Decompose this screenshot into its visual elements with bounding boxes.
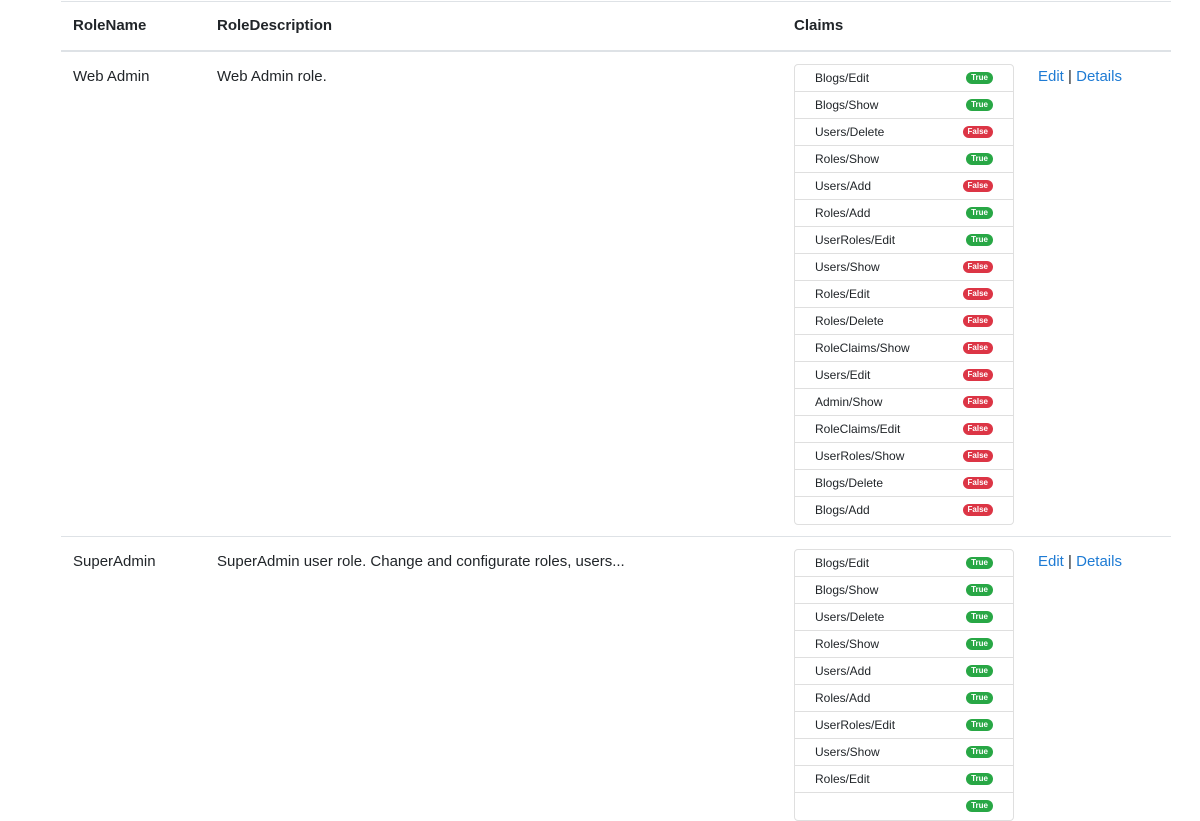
claim-item: Roles/Delete False bbox=[795, 308, 1013, 335]
claim-status-badge: False bbox=[962, 477, 993, 489]
claim-name: RoleClaims/Show bbox=[815, 341, 910, 355]
claim-item: Users/Delete False bbox=[795, 119, 1013, 146]
claim-item: Roles/Show True bbox=[795, 146, 1013, 173]
claim-item: RoleClaims/Edit False bbox=[795, 416, 1013, 443]
claim-item: UserRoles/Show False bbox=[795, 443, 1013, 470]
claims-list: Blogs/Edit True Blogs/Show True Users/Delete… bbox=[794, 64, 1014, 525]
claim-status-badge: True bbox=[966, 800, 993, 812]
claim-name: Roles/Show bbox=[815, 637, 880, 651]
claim-status-badge: True bbox=[966, 207, 993, 219]
header-role-name: RoleName bbox=[73, 17, 147, 34]
claim-item: Blogs/Edit True bbox=[795, 550, 1013, 577]
claim-status-badge: False bbox=[962, 423, 993, 435]
role-name: SuperAdmin bbox=[73, 553, 156, 570]
claim-status-badge: False bbox=[962, 180, 993, 192]
claim-item: Users/Add False bbox=[795, 173, 1013, 200]
claim-item: Blogs/Edit True bbox=[795, 65, 1013, 92]
claim-name: Admin/Show bbox=[815, 395, 883, 409]
claim-name: Blogs/Delete bbox=[815, 476, 884, 490]
header-claims: Claims bbox=[794, 17, 844, 34]
claim-item: Roles/Edit True bbox=[795, 766, 1013, 793]
claim-item: Roles/Edit False bbox=[795, 281, 1013, 308]
claim-status-badge: False bbox=[962, 450, 993, 462]
claim-item: Roles/Show True bbox=[795, 631, 1013, 658]
claim-item: Roles/Add True bbox=[795, 685, 1013, 712]
row-actions: Edit | Details bbox=[1038, 68, 1122, 85]
claim-item: UserRoles/Edit True bbox=[795, 712, 1013, 739]
claim-name: Roles/Edit bbox=[815, 287, 870, 301]
claim-name: Roles/Edit bbox=[815, 772, 870, 786]
claim-status-badge: False bbox=[962, 342, 993, 354]
claim-item: Users/Show False bbox=[795, 254, 1013, 281]
claim-name: Blogs/Edit bbox=[815, 556, 870, 570]
claim-status-badge: False bbox=[962, 126, 993, 138]
details-link[interactable]: Details bbox=[1076, 68, 1122, 85]
claim-name: Roles/Show bbox=[815, 152, 880, 166]
claim-name: Blogs/Show bbox=[815, 583, 879, 597]
claim-item: Admin/Show False bbox=[795, 389, 1013, 416]
claim-name: Roles/Delete bbox=[815, 314, 884, 328]
row-actions: Edit | Details bbox=[1038, 553, 1122, 570]
claim-status-badge: True bbox=[966, 557, 993, 569]
claim-name: Blogs/Edit bbox=[815, 71, 870, 85]
claim-status-badge: True bbox=[966, 719, 993, 731]
claim-status-badge: True bbox=[966, 99, 993, 111]
claim-status-badge: True bbox=[966, 665, 993, 677]
claim-status-badge: False bbox=[962, 396, 993, 408]
claims-list: Blogs/Edit True Blogs/Show True Users/Delete… bbox=[794, 549, 1014, 821]
claim-item: RoleClaims/Show False bbox=[795, 335, 1013, 362]
claim-item: Roles/Add True bbox=[795, 200, 1013, 227]
claim-status-badge: False bbox=[962, 315, 993, 327]
claim-status-badge: False bbox=[962, 288, 993, 300]
claim-name: Users/Show bbox=[815, 745, 880, 759]
edit-link[interactable]: Edit bbox=[1038, 68, 1064, 85]
claim-status-badge: True bbox=[966, 72, 993, 84]
claim-status-badge: False bbox=[962, 369, 993, 381]
claim-status-badge: True bbox=[966, 153, 993, 165]
claim-name: Users/Edit bbox=[815, 368, 871, 382]
claim-item: Blogs/Delete False bbox=[795, 470, 1013, 497]
claim-name: UserRoles/Edit bbox=[815, 233, 896, 247]
claim-item: Users/Edit False bbox=[795, 362, 1013, 389]
claim-name: Users/Add bbox=[815, 664, 872, 678]
claim-name: Users/Show bbox=[815, 260, 880, 274]
actions-separator: | bbox=[1068, 553, 1072, 570]
role-name: Web Admin bbox=[73, 68, 150, 85]
claim-name: RoleClaims/Edit bbox=[815, 422, 901, 436]
role-description: Web Admin role. bbox=[217, 68, 327, 85]
claim-item: Blogs/Add False bbox=[795, 497, 1013, 524]
actions-separator: | bbox=[1068, 68, 1072, 85]
claim-status-badge: True bbox=[966, 584, 993, 596]
claim-status-badge: True bbox=[966, 746, 993, 758]
claim-item: UserRoles/Edit True bbox=[795, 227, 1013, 254]
claim-item: Users/Add True bbox=[795, 658, 1013, 685]
claim-item: True bbox=[795, 793, 1013, 820]
claim-name: Roles/Add bbox=[815, 691, 871, 705]
claim-status-badge: False bbox=[962, 261, 993, 273]
claim-name: Roles/Add bbox=[815, 206, 871, 220]
claim-item: Blogs/Show True bbox=[795, 577, 1013, 604]
claim-status-badge: True bbox=[966, 611, 993, 623]
claim-name: Users/Delete bbox=[815, 125, 885, 139]
claim-status-badge: True bbox=[966, 638, 993, 650]
claim-status-badge: True bbox=[966, 234, 993, 246]
table-header-row: RoleName RoleDescription Claims bbox=[61, 2, 1171, 52]
claim-name: Blogs/Add bbox=[815, 503, 870, 517]
claim-name: Users/Add bbox=[815, 179, 872, 193]
claim-name: Blogs/Show bbox=[815, 98, 879, 112]
claim-name: Users/Delete bbox=[815, 610, 885, 624]
edit-link[interactable]: Edit bbox=[1038, 553, 1064, 570]
header-role-description: RoleDescription bbox=[217, 17, 333, 34]
claim-item: Users/Show True bbox=[795, 739, 1013, 766]
claim-item: Users/Delete True bbox=[795, 604, 1013, 631]
claim-name: UserRoles/Edit bbox=[815, 718, 896, 732]
role-description: SuperAdmin user role. Change and configu… bbox=[217, 553, 625, 570]
details-link[interactable]: Details bbox=[1076, 553, 1122, 570]
claim-item: Blogs/Show True bbox=[795, 92, 1013, 119]
row-divider bbox=[61, 536, 1171, 537]
claim-status-badge: True bbox=[966, 692, 993, 704]
claim-status-badge: True bbox=[966, 773, 993, 785]
claim-status-badge: False bbox=[962, 504, 993, 516]
claim-name: UserRoles/Show bbox=[815, 449, 905, 463]
